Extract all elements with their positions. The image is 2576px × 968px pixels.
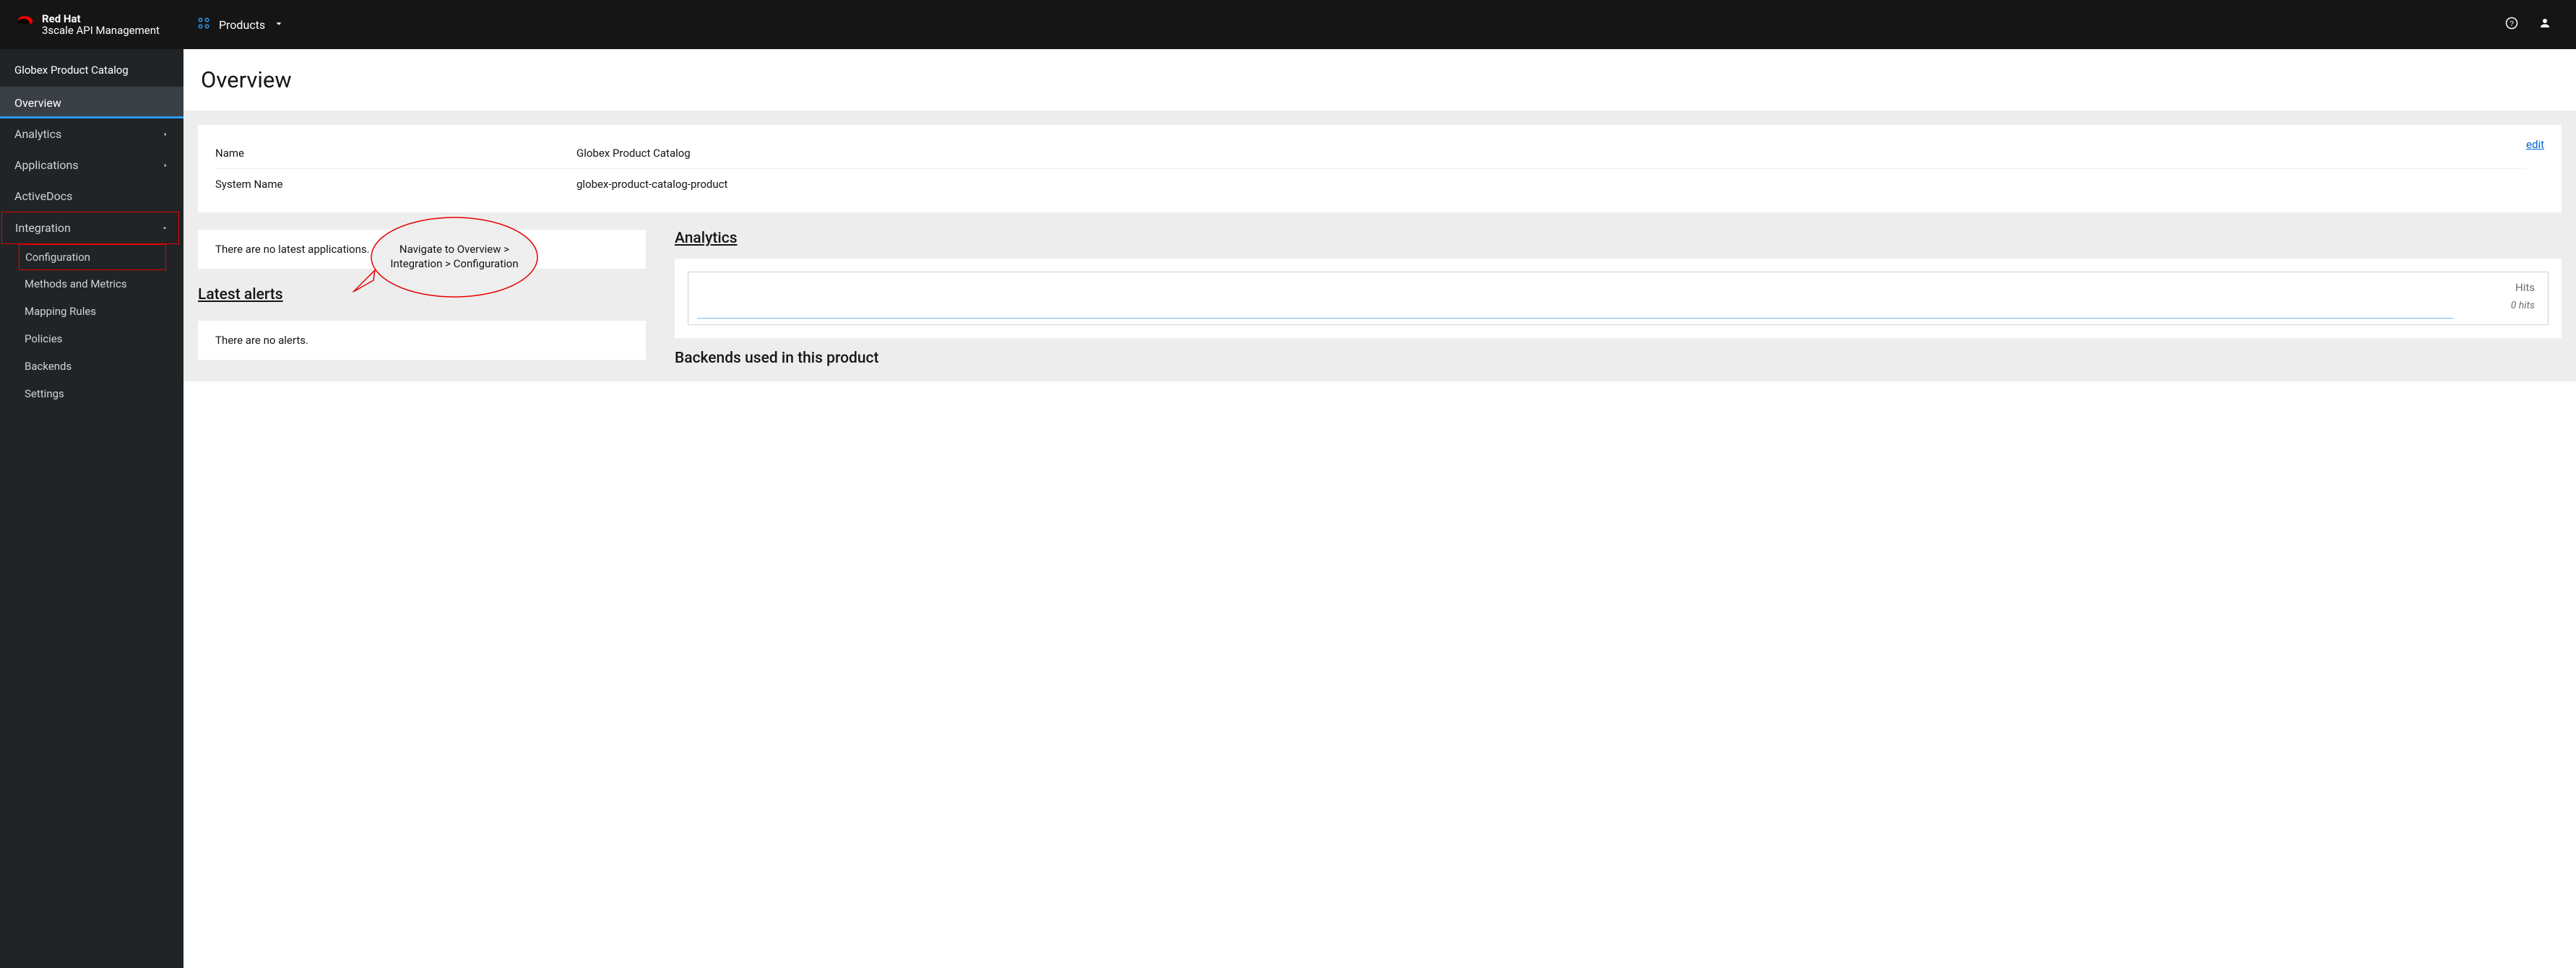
info-value: globex-product-catalog-product [576, 178, 2526, 191]
sidebar-item-label: Integration [15, 221, 71, 235]
help-button[interactable]: ? [2495, 17, 2528, 33]
api-icon [197, 17, 210, 33]
sidebar-item-label: Overview [14, 96, 61, 110]
latest-alerts-heading[interactable]: Latest alerts [198, 286, 646, 303]
analytics-heading[interactable]: Analytics [675, 230, 2562, 247]
brand-text: Red Hat 3scale API Management [42, 13, 160, 37]
latest-alerts-card: There are no alerts. [198, 321, 646, 360]
hits-chart: Hits 0 hits [688, 272, 2549, 325]
sidebar-item-activedocs[interactable]: ActiveDocs [0, 181, 183, 212]
sidebar-item-label: Applications [14, 158, 79, 172]
info-label: Name [215, 147, 576, 160]
latest-applications-card: There are no latest applications. [198, 230, 646, 269]
sidebar-sub-mapping[interactable]: Mapping Rules [0, 298, 183, 325]
sidebar-sub-backends[interactable]: Backends [0, 353, 183, 380]
chevron-right-icon [162, 158, 169, 172]
highlight-configuration: Configuration [19, 244, 166, 270]
info-label: System Name [215, 178, 576, 191]
hits-label: Hits [701, 281, 2535, 294]
user-icon [2538, 19, 2551, 33]
main: Overview Name Globex Product Catalog Sys… [183, 49, 2576, 968]
highlight-integration: Integration [1, 212, 179, 244]
info-row-name: Name Globex Product Catalog [215, 138, 2526, 169]
analytics-card: Hits 0 hits [675, 259, 2562, 338]
info-value: Globex Product Catalog [576, 147, 2526, 160]
chart-line [697, 318, 2454, 319]
chevron-down-icon [274, 18, 284, 32]
info-row-sysname: System Name globex-product-catalog-produ… [215, 169, 2526, 199]
brand: Red Hat 3scale API Management [14, 13, 160, 37]
no-alerts-msg: There are no alerts. [215, 334, 628, 347]
edit-link[interactable]: edit [2526, 138, 2544, 151]
sidebar-item-applications[interactable]: Applications [0, 150, 183, 181]
sidebar-sub-settings[interactable]: Settings [0, 380, 183, 407]
brand-title: Red Hat [42, 13, 160, 25]
sidebar-context: Globex Product Catalog [0, 49, 183, 87]
sidebar-item-analytics[interactable]: Analytics [0, 118, 183, 150]
sidebar-sub-policies[interactable]: Policies [0, 325, 183, 353]
sidebar-sub-configuration[interactable]: Configuration [20, 245, 165, 269]
backends-heading: Backends used in this product [675, 350, 2562, 367]
svg-text:?: ? [2510, 20, 2514, 28]
user-button[interactable] [2528, 17, 2562, 33]
products-menu-label: Products [219, 18, 265, 32]
sidebar-item-label: Analytics [14, 127, 61, 141]
chevron-right-icon [162, 127, 169, 141]
page-title: Overview [201, 66, 2559, 93]
brand-subtitle: 3scale API Management [42, 25, 160, 37]
sidebar-sub-methods[interactable]: Methods and Metrics [0, 270, 183, 298]
product-info-card: Name Globex Product Catalog System Name … [198, 125, 2562, 212]
help-icon: ? [2505, 19, 2518, 33]
hits-value: 0 hits [701, 300, 2535, 311]
sidebar-item-integration[interactable]: Integration [2, 212, 178, 243]
chevron-down-icon [161, 221, 168, 235]
sidebar: Globex Product Catalog Overview Analytic… [0, 49, 183, 968]
products-menu[interactable]: Products [189, 17, 293, 33]
sidebar-item-label: ActiveDocs [14, 189, 72, 203]
sidebar-item-overview[interactable]: Overview [0, 87, 183, 118]
topbar: Red Hat 3scale API Management Products ? [0, 0, 2576, 49]
no-applications-msg: There are no latest applications. [215, 243, 628, 256]
redhat-logo-icon [14, 13, 35, 36]
